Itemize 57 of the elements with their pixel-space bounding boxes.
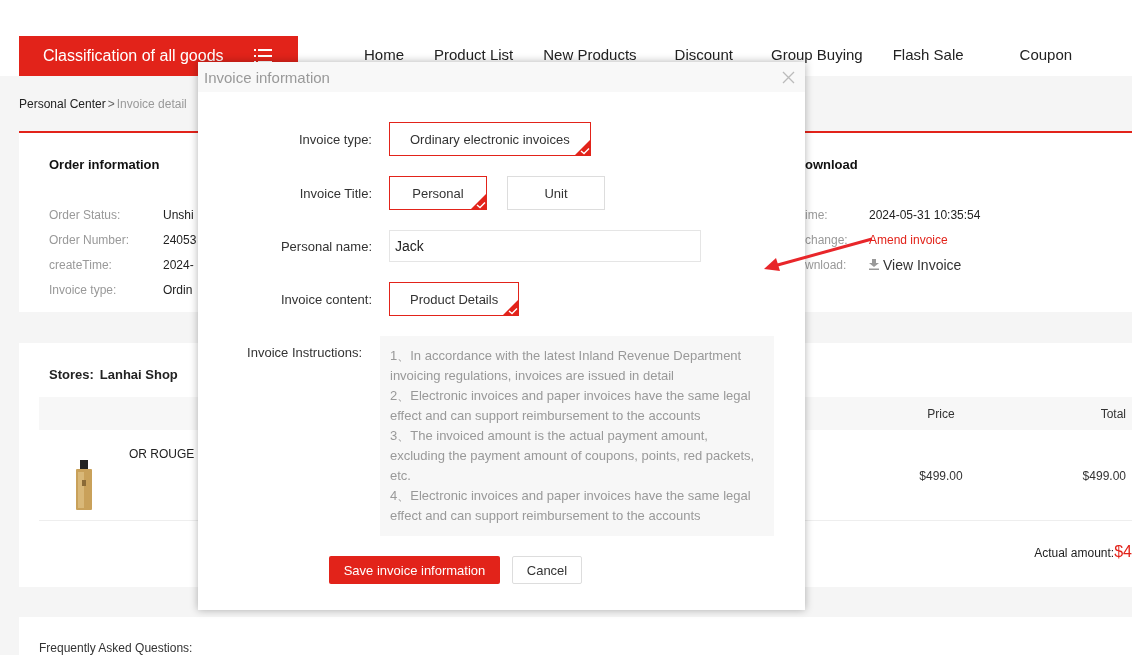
instruction-text: 1、In accordance with the latest Inland Revenue Department invoicing regulations, invoices are issued in detail <box>390 347 743 385</box>
nav-link[interactable]: Discount <box>674 46 733 63</box>
nav-link[interactable]: Group Buying <box>770 46 863 63</box>
table-cell-text: $499.00 <box>1081 469 1127 483</box>
amend-link[interactable]: Amend invoice <box>869 232 948 247</box>
field-label: change: <box>805 232 849 247</box>
nav-link[interactable]: Product List <box>434 46 514 63</box>
save-button[interactable]: Save invoice information <box>329 556 500 584</box>
instruction-text: 2、Electronic invoices and paper invoices have the same legal effect and can support reimbursement to the accounts <box>390 387 752 425</box>
download-icon <box>869 259 879 270</box>
instruction-text: 3、The invoiced amount is the actual payment amount, excluding the payment amount of coupons, points, red packets, etc. <box>390 427 756 485</box>
option-button[interactable]: Unit <box>507 176 605 210</box>
field-label: Order Status: <box>49 207 122 222</box>
option-button[interactable]: Ordinary electronic invoices <box>389 122 591 156</box>
nav-link[interactable]: Home <box>364 46 404 63</box>
view-invoice-link[interactable]: View Invoice <box>869 256 962 273</box>
form-label: Personal name: <box>279 238 372 254</box>
field-value: Unshi <box>163 207 194 222</box>
form-label: Invoice Title: <box>298 185 372 201</box>
name-input-field[interactable]: Jack <box>389 230 701 262</box>
option-button[interactable]: Personal <box>389 176 487 210</box>
field-label: wnload: <box>805 257 848 272</box>
field-label: Order Number: <box>49 232 131 247</box>
nav-link[interactable]: Flash Sale <box>892 46 964 63</box>
column-header: Total <box>1099 406 1127 421</box>
field-value: 2024-05-31 10:35:54 <box>869 207 981 222</box>
field-label: createTime: <box>49 257 113 272</box>
nav-link[interactable]: Coupon <box>1019 46 1073 63</box>
field-value: Ordin <box>163 282 193 297</box>
product-name: OR ROUGE <box>129 447 195 461</box>
field-value: 2024- <box>163 257 194 272</box>
instruction-text: 4、Electronic invoices and paper invoices have the same legal effect and can support reimbursement to the accounts <box>390 487 752 525</box>
check-corner-icon <box>573 139 591 156</box>
close-icon[interactable] <box>782 70 795 84</box>
field-label: Invoice type: <box>49 282 118 297</box>
breadcrumb-separator: > <box>107 96 115 111</box>
option-button[interactable]: Product Details <box>389 282 520 316</box>
store-name: Lanhai Shop <box>99 367 178 384</box>
breadcrumb-link[interactable]: Personal Center <box>19 96 106 111</box>
store-label: Stores: <box>49 367 94 384</box>
nav-link[interactable]: New Products <box>543 46 637 63</box>
cancel-button[interactable]: Cancel <box>512 556 582 584</box>
column-header: Price <box>926 406 956 421</box>
check-corner-icon <box>502 299 520 316</box>
table-cell-text: $499.00 <box>918 469 964 483</box>
faq-title: Frequently Asked Questions: <box>39 641 193 655</box>
field-value: 24053 <box>163 232 197 247</box>
form-label: Invoice content: <box>279 291 372 307</box>
section-title: ownload <box>805 157 859 173</box>
form-label: Invoice type: <box>298 131 372 147</box>
total-amount: $4 <box>1114 543 1132 561</box>
field-label: ime: <box>805 207 829 222</box>
total-label: Actual amount: <box>1034 546 1115 560</box>
form-label: Invoice Instructions: <box>246 344 362 362</box>
breadcrumb-current: Invoice detail <box>116 96 187 111</box>
check-corner-icon <box>470 193 487 210</box>
section-title: Order information <box>49 157 161 173</box>
